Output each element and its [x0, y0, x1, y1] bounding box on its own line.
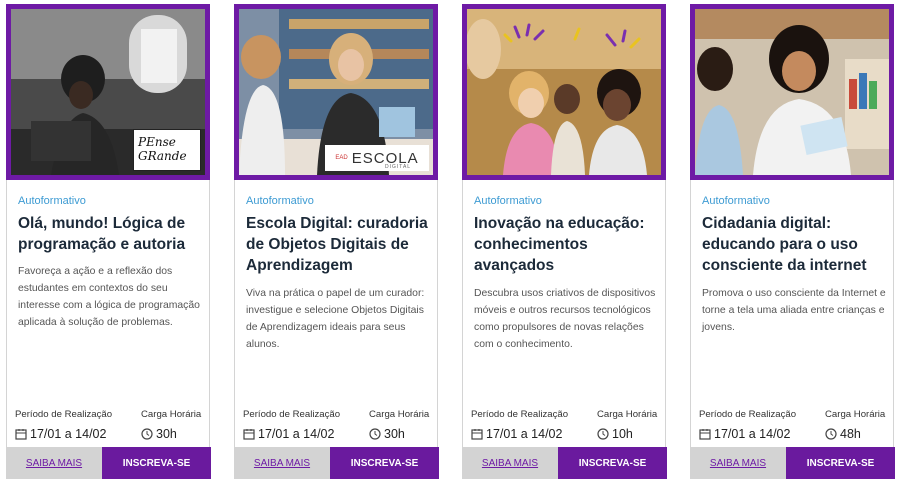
inscreva-se-button[interactable]: INSCREVA-SE [558, 447, 667, 479]
period-value-wrap: 17/01 a 14/02 [243, 427, 334, 441]
course-tag: Autoformativo [18, 195, 86, 207]
course-description: Descubra usos criativos de dispositivos … [474, 288, 656, 350]
course-tag: Autoformativo [246, 195, 314, 207]
logo-text: PEnse GRande [138, 135, 187, 163]
hours-value: 10h [612, 427, 633, 441]
saiba-mais-button[interactable]: SAIBA MAIS [690, 447, 786, 479]
clock-icon [141, 428, 153, 440]
saiba-mais-button[interactable]: SAIBA MAIS [462, 447, 558, 479]
logo-subtext: DIGITAL [385, 164, 412, 170]
course-card[interactable]: Autoformativo Cidadania digital: educand… [690, 4, 895, 479]
course-title[interactable]: Cidadania digital: educando para o uso c… [702, 213, 890, 276]
hours-value: 48h [840, 427, 861, 441]
clock-icon [825, 428, 837, 440]
saiba-mais-button[interactable]: SAIBA MAIS [234, 447, 330, 479]
calendar-icon [471, 429, 483, 440]
pense-grande-logo: PEnse GRande [133, 129, 201, 171]
course-title[interactable]: Escola Digital: curadoria de Objetos Dig… [246, 213, 434, 276]
period-value-wrap: 17/01 a 14/02 [471, 427, 562, 441]
clock-icon [597, 428, 609, 440]
hours-label: Carga Horária [825, 409, 886, 420]
clock-icon [369, 428, 381, 440]
period-value: 17/01 a 14/02 [30, 427, 107, 441]
course-image[interactable]: PEnse GRande [6, 4, 210, 180]
hours-value-wrap: 30h [141, 427, 177, 441]
hours-label: Carga Horária [597, 409, 658, 420]
course-card[interactable]: EAD ESCOLA DIGITAL Autoformativo Escola … [234, 4, 439, 479]
course-title[interactable]: Olá, mundo! Lógica de programação e auto… [18, 213, 206, 255]
hours-label: Carga Horária [369, 409, 430, 420]
hours-value-wrap: 48h [825, 427, 861, 441]
course-description: Viva na prática o papel de um curador: i… [246, 288, 425, 350]
period-value: 17/01 a 14/02 [714, 427, 791, 441]
hours-value-wrap: 30h [369, 427, 405, 441]
course-tag: Autoformativo [474, 195, 542, 207]
course-image[interactable]: EAD ESCOLA DIGITAL [234, 4, 438, 180]
hours-value-wrap: 10h [597, 427, 633, 441]
course-card[interactable]: PEnse GRande Autoformativo Olá, mundo! L… [6, 4, 211, 479]
hours-value: 30h [384, 427, 405, 441]
course-image[interactable] [690, 4, 894, 180]
course-tag: Autoformativo [702, 195, 770, 207]
period-label: Período de Realização [471, 409, 569, 420]
hours-label: Carga Horária [141, 409, 202, 420]
course-description: Favoreça a ação e a reflexão dos estudan… [18, 266, 200, 328]
course-photo [467, 9, 661, 175]
calendar-icon [15, 429, 27, 440]
period-value: 17/01 a 14/02 [258, 427, 335, 441]
logo-prefix: EAD [335, 155, 348, 161]
saiba-mais-button[interactable]: SAIBA MAIS [6, 447, 102, 479]
course-description: Promova o uso consciente da Internet e t… [702, 288, 886, 333]
hours-value: 30h [156, 427, 177, 441]
period-label: Período de Realização [243, 409, 341, 420]
course-photo [695, 9, 889, 175]
inscreva-se-button[interactable]: INSCREVA-SE [330, 447, 439, 479]
inscreva-se-button[interactable]: INSCREVA-SE [786, 447, 895, 479]
calendar-icon [699, 429, 711, 440]
period-value-wrap: 17/01 a 14/02 [15, 427, 106, 441]
escola-digital-logo: EAD ESCOLA DIGITAL [325, 145, 429, 171]
period-label: Período de Realização [15, 409, 113, 420]
calendar-icon [243, 429, 255, 440]
inscreva-se-button[interactable]: INSCREVA-SE [102, 447, 211, 479]
course-image[interactable] [462, 4, 666, 180]
period-value-wrap: 17/01 a 14/02 [699, 427, 790, 441]
period-label: Período de Realização [699, 409, 797, 420]
course-grid: PEnse GRande Autoformativo Olá, mundo! L… [0, 0, 900, 485]
period-value: 17/01 a 14/02 [486, 427, 563, 441]
course-title[interactable]: Inovação na educação: conhecimentos avan… [474, 213, 662, 276]
course-card[interactable]: Autoformativo Inovação na educação: conh… [462, 4, 667, 479]
